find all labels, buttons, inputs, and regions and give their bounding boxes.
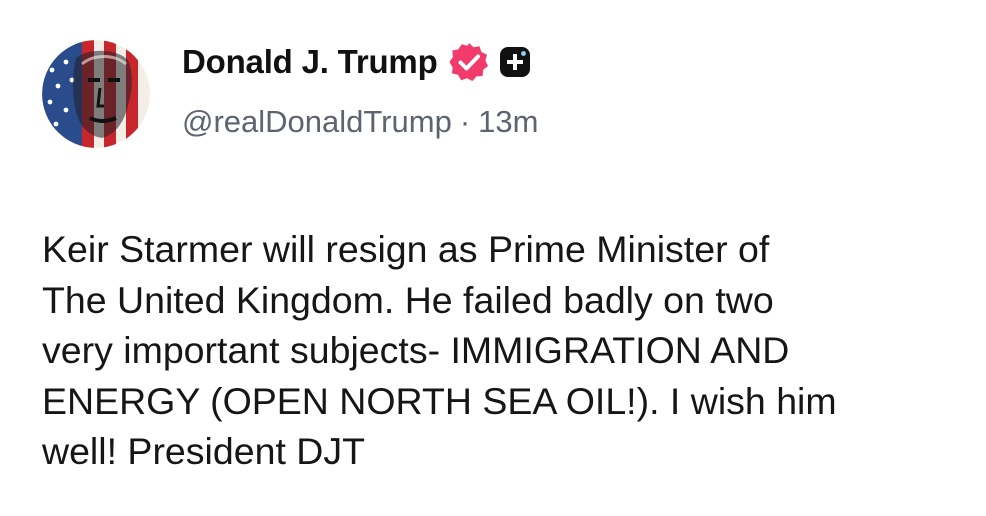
post-timestamp[interactable]: 13m xyxy=(478,104,538,140)
meta-separator: · xyxy=(459,104,471,139)
author-name-row: Donald J. Trump xyxy=(182,40,530,84)
flag-portrait-avatar-icon xyxy=(42,40,150,148)
author-display-name[interactable]: Donald J. Trump xyxy=(182,43,438,81)
avatar[interactable] xyxy=(42,40,150,148)
author-meta-row: @realDonaldTrump · 13m xyxy=(182,104,538,140)
post-body-text: Keir Starmer will resign as Prime Minist… xyxy=(42,228,837,472)
verified-badge-icon xyxy=(448,41,490,83)
post-card: Donald J. Trump @realDonaldTrump · 13m K… xyxy=(0,0,986,516)
author-handle[interactable]: @realDonaldTrump xyxy=(182,104,452,140)
plus-badge-icon xyxy=(499,47,530,77)
